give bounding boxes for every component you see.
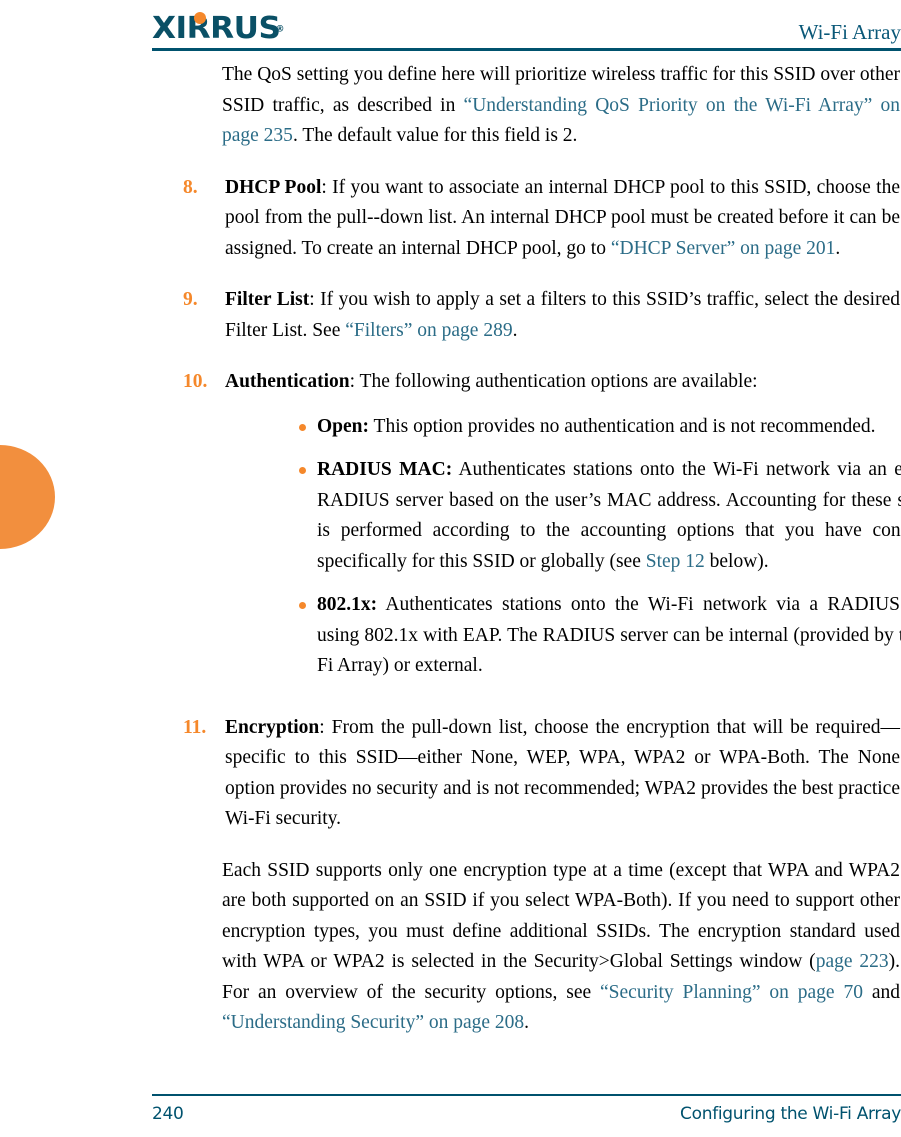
footer-chapter-title: Configuring the Wi-Fi Array [680, 1104, 901, 1124]
intro-paragraph: The QoS setting you define here will pri… [222, 60, 900, 152]
list-item-11-text: : From the pull-down list, choose the en… [225, 716, 900, 830]
xref-step-12[interactable]: Step 12 [646, 551, 705, 572]
list-item-9-text-1: : If you wish to apply a set a filters t… [225, 289, 900, 341]
bullet-item-8021x-text: Authenticates stations onto the Wi-Fi ne… [317, 594, 901, 676]
authentication-options-list: Open: This option provides no authentica… [299, 412, 901, 682]
list-item-11-term: Encryption [225, 716, 320, 738]
encryption-text-1: Each SSID supports only one encryption t… [222, 859, 900, 973]
encryption-detail-paragraph: Each SSID supports only one encryption t… [222, 856, 900, 1039]
list-item-9-text-2: . [512, 319, 518, 341]
footer-divider [152, 1094, 901, 1096]
xref-understanding-security[interactable]: “Understanding Security” on page 208 [222, 1012, 524, 1033]
bullet-item-radius-mac-text-2: below). [704, 550, 769, 572]
header-divider [152, 48, 901, 51]
encryption-text-4: . [524, 1012, 530, 1033]
intro-text-2: . The default value for this field is 2. [292, 125, 578, 146]
list-item-8-term: DHCP Pool [225, 176, 322, 198]
list-item-10-text-1: : The following authentication options a… [349, 371, 758, 392]
list-item-10-number: 10. [183, 371, 208, 392]
bullet-item-open-body: Open: This option provides no authentica… [317, 412, 901, 443]
numbered-list: 8. DHCP Pool: If you want to associate a… [183, 173, 901, 835]
list-item-11-body: Encryption: From the pull-down list, cho… [225, 713, 900, 835]
bullet-item-open-term: Open: [317, 415, 370, 437]
bullet-dot-icon [299, 602, 306, 609]
page-footer: 240 Configuring the Wi-Fi Array [152, 1104, 901, 1134]
bullet-item-radius-mac: RADIUS MAC: Authenticates stations onto … [299, 455, 901, 577]
bullet-dot-icon [299, 467, 306, 474]
list-item-9-term: Filter List [225, 289, 310, 310]
xref-dhcp-server[interactable]: “DHCP Server” on page 201 [611, 238, 836, 259]
bullet-item-8021x-body: 802.1x: Authenticates stations onto the … [317, 590, 901, 682]
encryption-text-3: and [862, 981, 900, 1003]
bullet-dot-icon [299, 423, 306, 431]
list-item-10-term: Authentication [225, 371, 350, 392]
header-title: Wi-Fi Array [798, 20, 901, 44]
list-item-10-body: Authentication: The following authentica… [225, 367, 900, 398]
bullet-item-8021x-term: 802.1x: [317, 594, 378, 615]
list-item-8: 8. DHCP Pool: If you want to associate a… [183, 173, 900, 265]
list-item-9-body: Filter List: If you wish to apply a set … [225, 285, 900, 346]
list-item-8-text-2: . [835, 237, 841, 259]
footer-page-number: 240 [152, 1104, 184, 1124]
list-item-9-number: 9. [183, 289, 198, 310]
bullet-item-radius-mac-term: RADIUS MAC: [317, 459, 453, 480]
xirrus-logo: XIRRUS® [152, 12, 284, 46]
page-content: The QoS setting you define here will pri… [0, 60, 901, 1039]
list-item-11-number: 11. [183, 716, 207, 738]
document-page: XIRRUS® Wi-Fi Array The QoS setting you … [0, 0, 901, 1137]
bullet-item-8021x: 802.1x: Authenticates stations onto the … [299, 590, 901, 682]
xref-security-planning[interactable]: “Security Planning” on page 70 [600, 982, 863, 1003]
bullet-item-open-text: This option provides no authentication a… [369, 415, 876, 437]
logo-dot-icon [194, 12, 206, 24]
list-item-9: 9. Filter List: If you wish to apply a s… [183, 285, 900, 346]
list-item-10: 10. Authentication: The following authen… [183, 367, 901, 682]
xref-page-223[interactable]: page 223 [816, 951, 889, 972]
xref-filters[interactable]: “Filters” on page 289 [345, 320, 512, 341]
list-item-8-body: DHCP Pool: If you want to associate an i… [225, 173, 900, 265]
list-item-8-number: 8. [183, 176, 198, 198]
bullet-item-open: Open: This option provides no authentica… [299, 412, 901, 443]
logo-wordmark: XIRRUS [152, 11, 281, 46]
bullet-item-radius-mac-body: RADIUS MAC: Authenticates stations onto … [317, 455, 901, 577]
list-item-11: 11. Encryption: From the pull-down list,… [183, 713, 900, 835]
